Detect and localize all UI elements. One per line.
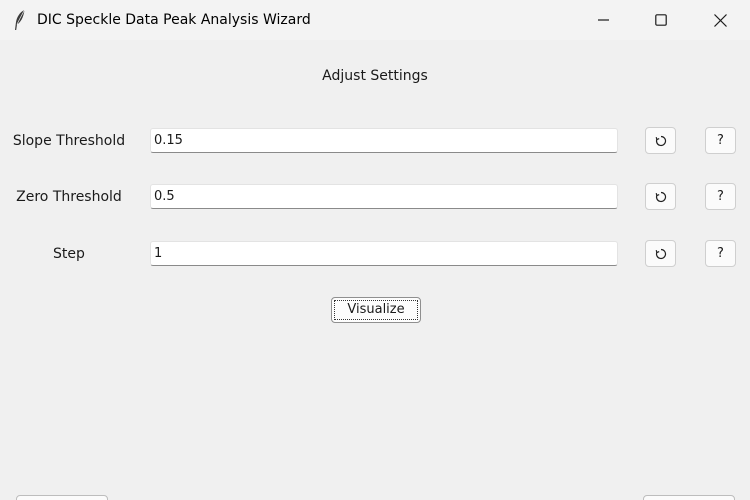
bottom-left-button[interactable]	[16, 495, 108, 500]
refresh-icon	[655, 248, 666, 259]
title-bar[interactable]: DIC Speckle Data Peak Analysis Wizard	[0, 0, 750, 40]
zero-threshold-help-button[interactable]: ?	[705, 183, 736, 210]
close-button[interactable]	[697, 0, 743, 40]
maximize-button[interactable]	[638, 0, 684, 40]
step-help-button[interactable]: ?	[705, 240, 736, 267]
zero-threshold-input[interactable]	[150, 184, 618, 209]
slope-threshold-input[interactable]	[150, 128, 618, 153]
minimize-button[interactable]	[581, 0, 627, 40]
slope-threshold-help-button[interactable]: ?	[705, 127, 736, 154]
maximize-icon	[655, 14, 667, 26]
visualize-button-label: Visualize	[334, 300, 418, 320]
page-heading: Adjust Settings	[322, 68, 428, 84]
slope-threshold-reset-button[interactable]	[645, 127, 676, 154]
feather-icon	[15, 9, 25, 30]
step-reset-button[interactable]	[645, 240, 676, 267]
slope-threshold-label: Slope Threshold	[12, 133, 126, 149]
visualize-button[interactable]: Visualize	[331, 297, 421, 323]
minimize-icon	[598, 19, 609, 21]
bottom-right-button[interactable]	[643, 495, 735, 500]
zero-threshold-reset-button[interactable]	[645, 183, 676, 210]
step-label: Step	[53, 246, 85, 262]
refresh-icon	[655, 135, 666, 146]
step-input[interactable]	[150, 241, 618, 266]
refresh-icon	[655, 191, 666, 202]
app-window: DIC Speckle Data Peak Analysis Wizard Ad…	[0, 0, 750, 500]
zero-threshold-label: Zero Threshold	[16, 189, 122, 205]
window-title: DIC Speckle Data Peak Analysis Wizard	[37, 12, 311, 28]
close-icon	[713, 13, 727, 27]
